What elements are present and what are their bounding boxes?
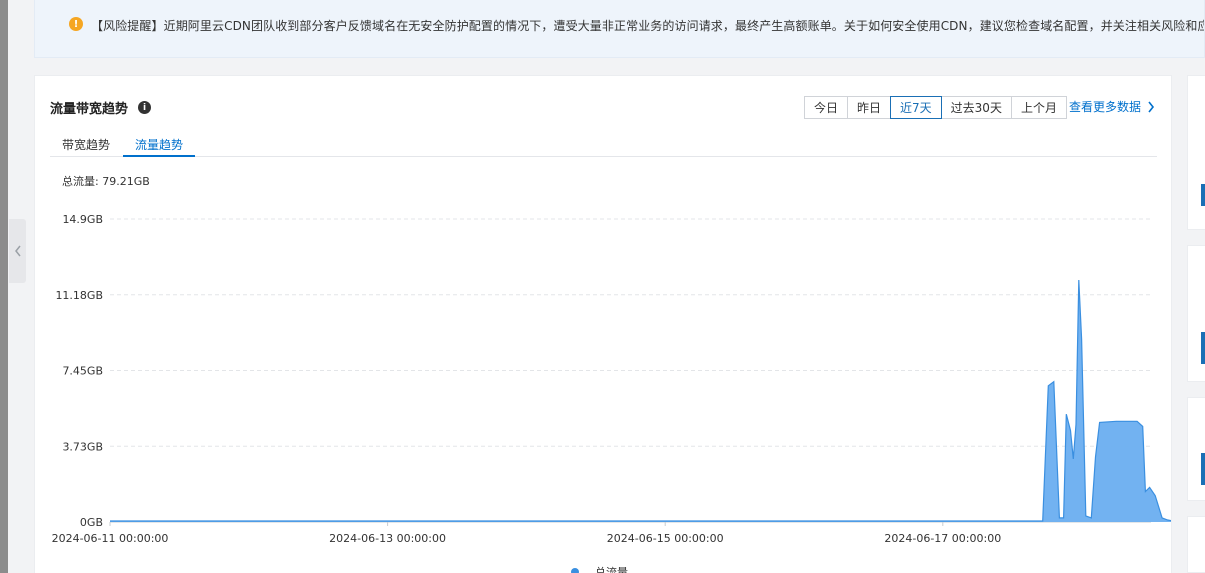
risk-notice-text: 【风险提醒】近期阿里云CDN团队收到部分客户反馈域名在无安全防护配置的情况下，遭… (91, 19, 1205, 33)
side-card-button[interactable] (1201, 332, 1205, 364)
risk-notice-banner: ! 【风险提醒】近期阿里云CDN团队收到部分客户反馈域名在无安全防护配置的情况下… (34, 0, 1205, 58)
side-card (1187, 245, 1205, 382)
side-card (1187, 516, 1205, 573)
range-last-month-button[interactable]: 上个月 (1010, 96, 1067, 119)
series-area (110, 280, 1171, 522)
x-axis-ticks: 2024-06-11 00:00:00 2024-06-13 00:00:00 20… (52, 522, 1001, 545)
tab-bandwidth-trend[interactable]: 带宽趋势 (50, 136, 122, 157)
y-tick-label: 14.9GB (62, 213, 103, 226)
side-card (1187, 397, 1205, 501)
traffic-area-chart: 0GB 3.73GB 7.45GB 11.18GB 14.9GB 2024-06-11 … (52, 213, 1171, 573)
y-tick-label: 11.18GB (55, 289, 103, 302)
side-card-button[interactable] (1201, 453, 1205, 485)
chevron-right-icon (1148, 101, 1155, 112)
time-range-selector: 今日 昨日 近7天 过去30天 上个月 (804, 96, 1067, 119)
y-tick-label: 0GB (80, 516, 103, 529)
x-tick-label: 2024-06-13 00:00:00 (329, 532, 446, 545)
x-tick-label: 2024-06-15 00:00:00 (607, 532, 724, 545)
y-axis-ticks: 0GB 3.73GB 7.45GB 11.18GB 14.9GB (55, 213, 103, 529)
total-traffic-label: 总流量: 79.21GB (62, 175, 150, 188)
window-edge (0, 0, 8, 573)
x-tick-label: 2024-06-17 00:00:00 (884, 532, 1001, 545)
chart-grid (110, 218, 1151, 523)
collapse-sidebar-button[interactable] (9, 219, 26, 283)
warning-icon: ! (69, 17, 83, 31)
panel-title: 流量带宽趋势 (50, 102, 129, 117)
x-tick-label: 2024-06-11 00:00:00 (52, 532, 169, 545)
chevron-left-icon (14, 245, 21, 257)
view-more-data-link[interactable]: 查看更多数据 (1069, 98, 1155, 115)
series-line (110, 279, 1171, 522)
legend-label: 总流量 (595, 565, 628, 573)
trend-tabs: 带宽趋势 流量趋势 (50, 136, 1157, 157)
traffic-bandwidth-panel: 流量带宽趋势 i 今日 昨日 近7天 过去30天 上个月 查看更多数据 带宽趋势… (34, 75, 1172, 573)
y-tick-label: 3.73GB (62, 440, 103, 453)
range-today-button[interactable]: 今日 (804, 96, 849, 119)
legend-marker (571, 568, 579, 573)
tab-traffic-trend[interactable]: 流量趋势 (123, 136, 196, 157)
chart-legend: 总流量 (571, 565, 628, 573)
range-last-30-days-button[interactable]: 过去30天 (940, 96, 1012, 119)
y-tick-label: 7.45GB (62, 365, 103, 378)
range-last-7-days-button[interactable]: 近7天 (890, 96, 942, 119)
view-more-data-label: 查看更多数据 (1069, 100, 1142, 114)
range-yesterday-button[interactable]: 昨日 (847, 96, 892, 119)
side-card (1187, 75, 1205, 230)
chart-series (110, 279, 1171, 522)
side-card-button[interactable] (1201, 184, 1205, 206)
info-icon[interactable]: i (138, 101, 151, 114)
